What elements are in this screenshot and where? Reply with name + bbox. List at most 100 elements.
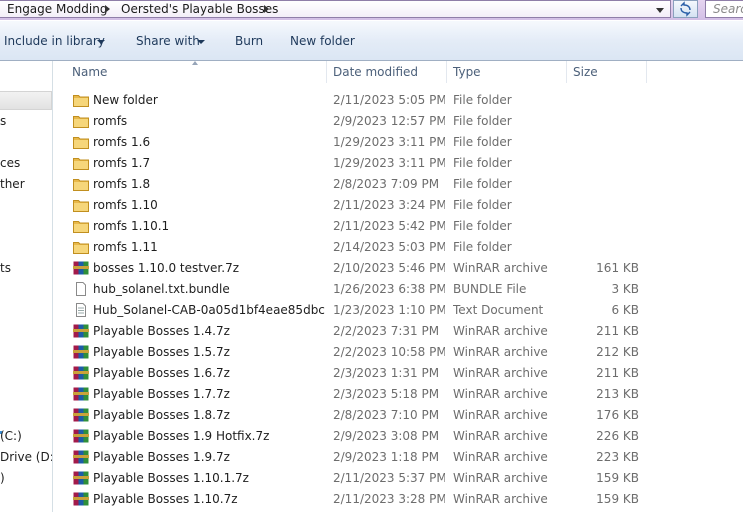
winrar-icon — [73, 366, 89, 380]
file-row[interactable]: romfs 1.10.1 2/11/2023 5:42 PM File folder — [54, 216, 743, 237]
chevron-down-icon[interactable] — [97, 40, 105, 44]
command-bar: Include in library Share with Burn New f… — [0, 21, 743, 61]
chevron-down-icon[interactable] — [197, 40, 205, 44]
nav-item[interactable]: s — [0, 114, 6, 128]
file-size: 176 KB — [596, 408, 639, 422]
file-name[interactable]: Playable Bosses 1.9.7z — [93, 450, 325, 464]
file-row[interactable]: Playable Bosses 1.7.7z 2/3/2023 5:18 PM Wi… — [54, 384, 743, 405]
breadcrumb-chevron-icon[interactable] — [105, 5, 110, 13]
file-date-modified: 2/2/2023 7:31 PM — [333, 324, 440, 338]
file-size: 213 KB — [596, 387, 639, 401]
file-date-modified: 2/11/2023 5:42 PM — [333, 219, 445, 233]
nav-item[interactable]: ther — [0, 177, 25, 191]
file-name[interactable]: Playable Bosses 1.10.1.7z — [93, 471, 325, 485]
file-name[interactable]: romfs 1.6 — [93, 135, 325, 149]
file-row[interactable]: New folder 2/11/2023 5:05 PM File folder — [54, 90, 743, 111]
file-name[interactable]: Playable Bosses 1.9 Hotfix.7z — [93, 429, 325, 443]
winrar-icon — [73, 429, 89, 443]
file-name[interactable]: romfs — [93, 114, 325, 128]
file-name[interactable]: Playable Bosses 1.10.7z — [93, 492, 325, 506]
breadcrumb[interactable]: Engage Modding Oersted's Playable Bosses — [0, 0, 671, 18]
file-row[interactable]: hub_solanel.txt.bundle 1/26/2023 6:38 PM B… — [54, 279, 743, 300]
file-name[interactable]: romfs 1.8 — [93, 177, 325, 191]
breadcrumb-item-engage-modding[interactable]: Engage Modding — [7, 2, 107, 16]
share-with-button[interactable]: Share with — [136, 34, 200, 48]
file-row[interactable]: Playable Bosses 1.8.7z 2/8/2023 7:10 PM Wi… — [54, 405, 743, 426]
breadcrumb-item-current-folder[interactable]: Oersted's Playable Bosses — [121, 2, 278, 16]
column-divider[interactable] — [326, 61, 327, 83]
file-type: WinRAR archive — [453, 492, 548, 506]
file-row[interactable]: Playable Bosses 1.10.7z 2/11/2023 3:28 PM… — [54, 489, 743, 510]
breadcrumb-chevron-icon[interactable] — [264, 5, 269, 13]
file-row[interactable]: Playable Bosses 1.9 Hotfix.7z 2/9/2023 3:… — [54, 426, 743, 447]
column-header-size[interactable]: Size — [573, 65, 598, 79]
file-row[interactable]: bosses 1.10.0 testver.7z 2/10/2023 5:46 P… — [54, 258, 743, 279]
file-row[interactable]: romfs 1.6 1/29/2023 3:11 PM File folder — [54, 132, 743, 153]
file-date-modified: 2/14/2023 5:03 PM — [333, 240, 445, 254]
nav-item-drive-c[interactable]: (C:) — [0, 429, 22, 443]
file-type: WinRAR archive — [453, 261, 548, 275]
file-name[interactable]: Hub_Solanel-CAB-0a05d1bf4eae85dbcda... — [93, 303, 325, 317]
file-type: File folder — [453, 219, 512, 233]
file-type: File folder — [453, 114, 512, 128]
file-name[interactable]: bosses 1.10.0 testver.7z — [93, 261, 325, 275]
file-row[interactable]: romfs 1.11 2/14/2023 5:03 PM File folder — [54, 237, 743, 258]
column-header-date-modified[interactable]: Date modified — [333, 65, 418, 79]
file-row[interactable]: Playable Bosses 1.9.7z 2/9/2023 1:18 PM Wi… — [54, 447, 743, 468]
file-row[interactable]: Hub_Solanel-CAB-0a05d1bf4eae85dbcda... 1/… — [54, 300, 743, 321]
file-row[interactable]: Playable Bosses 1.6.7z 2/3/2023 1:31 PM Wi… — [54, 363, 743, 384]
nav-item[interactable]: ) — [0, 471, 5, 485]
file-row[interactable]: romfs 1.10 2/11/2023 3:24 PM File folder — [54, 195, 743, 216]
file-name[interactable]: Playable Bosses 1.6.7z — [93, 366, 325, 380]
file-date-modified: 2/11/2023 5:05 PM — [333, 93, 445, 107]
file-size: 161 KB — [596, 261, 639, 275]
file-name[interactable]: hub_solanel.txt.bundle — [93, 282, 325, 296]
file-row[interactable]: Playable Bosses 1.4.7z 2/2/2023 7:31 PM Wi… — [54, 321, 743, 342]
file-row[interactable]: Playable Bosses 1.10.1.7z 2/11/2023 5:37 … — [54, 468, 743, 489]
file-name[interactable]: Playable Bosses 1.7.7z — [93, 387, 325, 401]
file-type: WinRAR archive — [453, 450, 548, 464]
address-bar: Engage Modding Oersted's Playable Bosses… — [0, 0, 743, 20]
file-row[interactable]: Playable Bosses 1.5.7z 2/2/2023 10:58 PM W… — [54, 342, 743, 363]
file-row[interactable]: romfs 1.7 1/29/2023 3:11 PM File folder — [54, 153, 743, 174]
file-type: WinRAR archive — [453, 408, 548, 422]
file-row[interactable]: romfs 1.8 2/8/2023 7:09 PM File folder — [54, 174, 743, 195]
nav-item[interactable]: ces — [0, 156, 20, 170]
file-size: 211 KB — [596, 324, 639, 338]
file-name[interactable]: Playable Bosses 1.4.7z — [93, 324, 325, 338]
file-name[interactable]: Playable Bosses 1.8.7z — [93, 408, 325, 422]
file-name[interactable]: romfs 1.10 — [93, 198, 325, 212]
file-name[interactable]: Playable Bosses 1.5.7z — [93, 345, 325, 359]
file-name[interactable]: New folder — [93, 93, 325, 107]
nav-item-selected[interactable] — [0, 91, 52, 110]
file-type: File folder — [453, 198, 512, 212]
include-in-library-button[interactable]: Include in library — [4, 34, 105, 48]
folder-icon — [73, 177, 89, 191]
search-input[interactable]: Search — [705, 0, 743, 18]
file-date-modified: 2/3/2023 1:31 PM — [333, 366, 440, 380]
folder-icon — [73, 198, 89, 212]
file-date-modified: 1/26/2023 6:38 PM — [333, 282, 445, 296]
file-type: File folder — [453, 156, 512, 170]
refresh-icon — [680, 1, 691, 17]
file-name[interactable]: romfs 1.7 — [93, 156, 325, 170]
column-header-name[interactable]: Name — [72, 65, 107, 79]
file-row[interactable]: romfs 2/9/2023 12:57 PM File folder — [54, 111, 743, 132]
address-dropdown-icon[interactable] — [656, 8, 664, 13]
file-icon — [73, 282, 89, 296]
column-divider[interactable] — [646, 61, 647, 83]
nav-item[interactable]: ts — [0, 261, 11, 275]
winrar-icon — [73, 492, 89, 506]
column-divider[interactable] — [566, 61, 567, 83]
file-name[interactable]: romfs 1.11 — [93, 240, 325, 254]
file-date-modified: 2/9/2023 12:57 PM — [333, 114, 445, 128]
column-header-type[interactable]: Type — [453, 65, 481, 79]
refresh-button[interactable] — [673, 0, 698, 18]
file-name[interactable]: romfs 1.10.1 — [93, 219, 325, 233]
file-date-modified: 2/2/2023 10:58 PM — [333, 345, 445, 359]
nav-item-drive-d[interactable]: Drive (D:) A — [0, 450, 52, 464]
file-size: 212 KB — [596, 345, 639, 359]
new-folder-button[interactable]: New folder — [290, 34, 355, 48]
burn-button[interactable]: Burn — [235, 34, 263, 48]
column-divider[interactable] — [446, 61, 447, 83]
